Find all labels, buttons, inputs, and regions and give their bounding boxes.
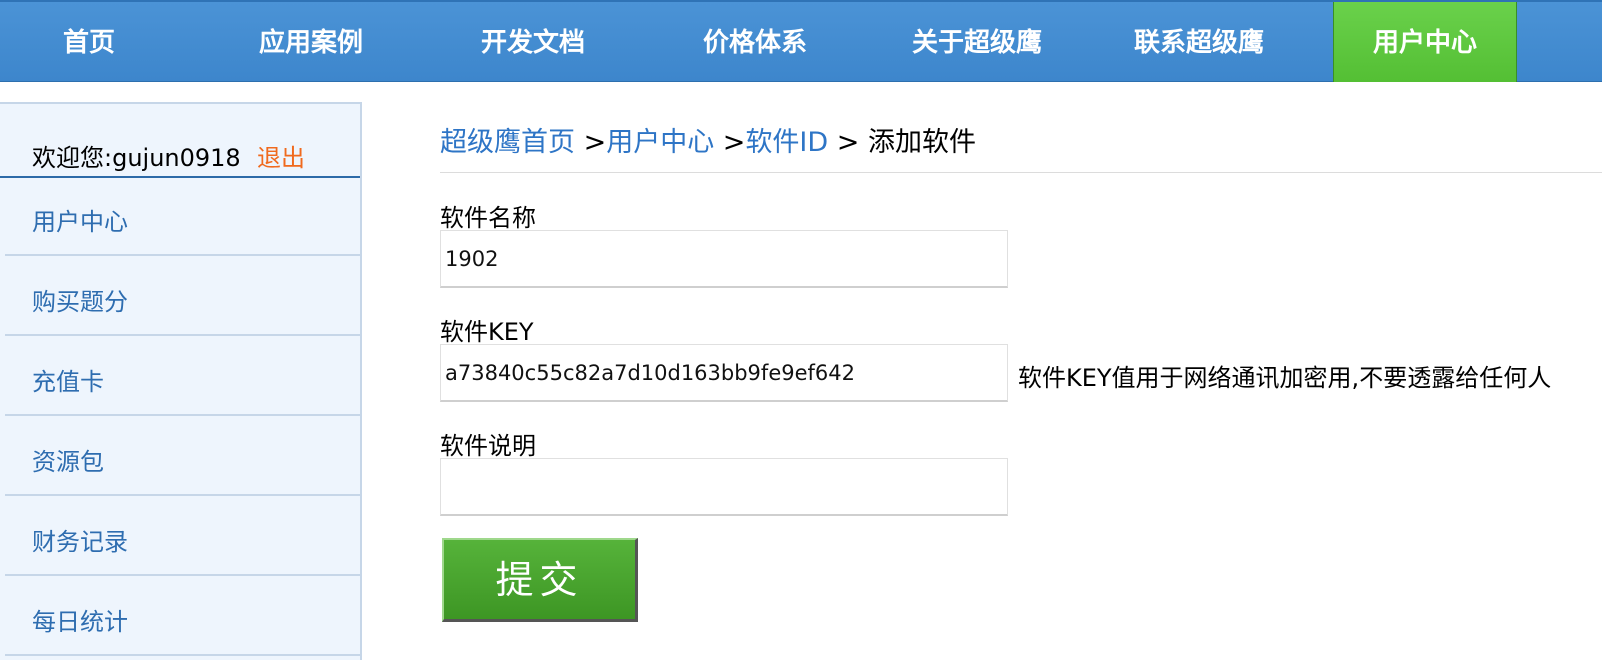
sidebar-item-buy-points[interactable]: 购买题分	[5, 258, 360, 336]
sidebar-item-label: 财务记录	[32, 528, 128, 556]
top-nav: 首页 应用案例 开发文档 价格体系 关于超级鹰 联系超级鹰 用户中心	[0, 0, 1602, 82]
sidebar-item-label: 充值卡	[32, 368, 104, 396]
software-key-label: 软件KEY	[440, 318, 534, 346]
nav-item-docs[interactable]: 开发文档	[422, 2, 644, 82]
software-name-label: 软件名称	[440, 204, 536, 232]
breadcrumb: 超级鹰首页 >用户中心 >软件ID > 添加软件	[440, 120, 976, 159]
breadcrumb-software-id-link[interactable]: 软件ID	[745, 127, 828, 158]
breadcrumb-separator: >	[575, 127, 607, 158]
software-key-hint: 软件KEY值用于网络通讯加密用,不要透露给任何人	[1018, 364, 1552, 392]
breadcrumb-separator: >	[828, 127, 868, 158]
welcome-bar: 欢迎您:gujun0918 退出	[0, 104, 360, 178]
sidebar-item-recharge-card[interactable]: 充值卡	[5, 338, 360, 416]
sidebar-item-label: 用户中心	[32, 208, 128, 236]
sidebar-item-user-center[interactable]: 用户中心	[5, 178, 360, 256]
sidebar-item-label: 购买题分	[32, 288, 128, 316]
breadcrumb-user-center-link[interactable]: 用户中心	[606, 127, 714, 158]
nav-item-cases[interactable]: 应用案例	[200, 2, 422, 82]
header-divider	[440, 172, 1602, 173]
logout-link[interactable]: 退出	[257, 138, 305, 173]
nav-item-home[interactable]: 首页	[0, 2, 178, 82]
breadcrumb-separator: >	[714, 127, 746, 158]
software-description-input[interactable]	[440, 458, 1008, 516]
breadcrumb-current: 添加软件	[868, 127, 976, 158]
sidebar-item-daily-stats[interactable]: 每日统计	[5, 578, 360, 656]
submit-button-label: 提交	[495, 558, 584, 602]
nav-item-pricing[interactable]: 价格体系	[644, 2, 866, 82]
software-key-input[interactable]: a73840c55c82a7d10d163bb9fe9ef642	[440, 344, 1008, 402]
sidebar-item-finance-records[interactable]: 财务记录	[5, 498, 360, 576]
sidebar-item-label: 资源包	[32, 448, 104, 476]
sidebar: 欢迎您:gujun0918 退出 用户中心 购买题分 充值卡 资源包 财务记录 …	[0, 102, 362, 660]
software-description-label: 软件说明	[440, 432, 536, 460]
software-name-input[interactable]: 1902	[440, 230, 1008, 288]
welcome-text: 欢迎您:gujun0918	[32, 144, 241, 172]
sidebar-item-label: 每日统计	[32, 608, 128, 636]
sidebar-item-resource-pack[interactable]: 资源包	[5, 418, 360, 496]
submit-button[interactable]: 提交	[442, 538, 638, 622]
nav-item-contact[interactable]: 联系超级鹰	[1088, 2, 1310, 82]
nav-item-about[interactable]: 关于超级鹰	[866, 2, 1088, 82]
breadcrumb-home-link[interactable]: 超级鹰首页	[440, 127, 575, 158]
nav-item-user-center[interactable]: 用户中心	[1333, 2, 1517, 82]
